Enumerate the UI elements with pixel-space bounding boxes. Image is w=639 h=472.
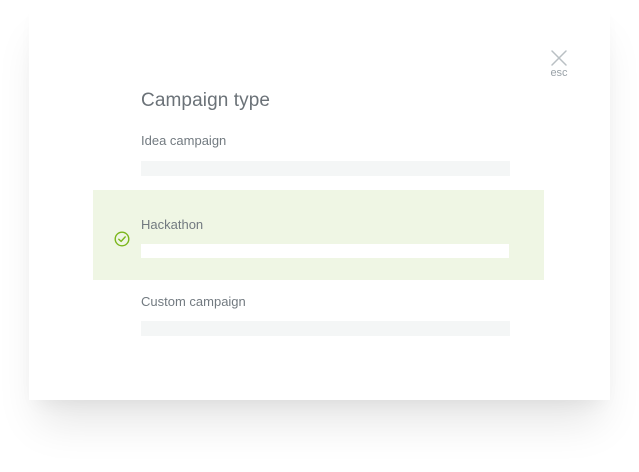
option-placeholder-bar bbox=[141, 244, 509, 258]
option-label: Custom campaign bbox=[141, 294, 246, 309]
option-placeholder-bar bbox=[141, 161, 510, 176]
close-button[interactable]: esc bbox=[545, 47, 573, 87]
option-idea-campaign[interactable]: Idea campaign bbox=[0, 125, 639, 187]
dialog-title: Campaign type bbox=[141, 90, 271, 111]
close-icon[interactable] bbox=[550, 49, 568, 67]
option-placeholder-bar bbox=[141, 321, 510, 336]
option-hackathon[interactable]: Hackathon bbox=[93, 190, 544, 280]
close-label: esc bbox=[550, 67, 568, 79]
option-label: Idea campaign bbox=[141, 133, 227, 148]
page: esc Campaign type Idea campaign Hackatho… bbox=[0, 0, 639, 472]
option-label: Hackathon bbox=[141, 217, 204, 232]
check-circle-icon bbox=[114, 231, 130, 247]
option-custom-campaign[interactable]: Custom campaign bbox=[0, 286, 639, 344]
